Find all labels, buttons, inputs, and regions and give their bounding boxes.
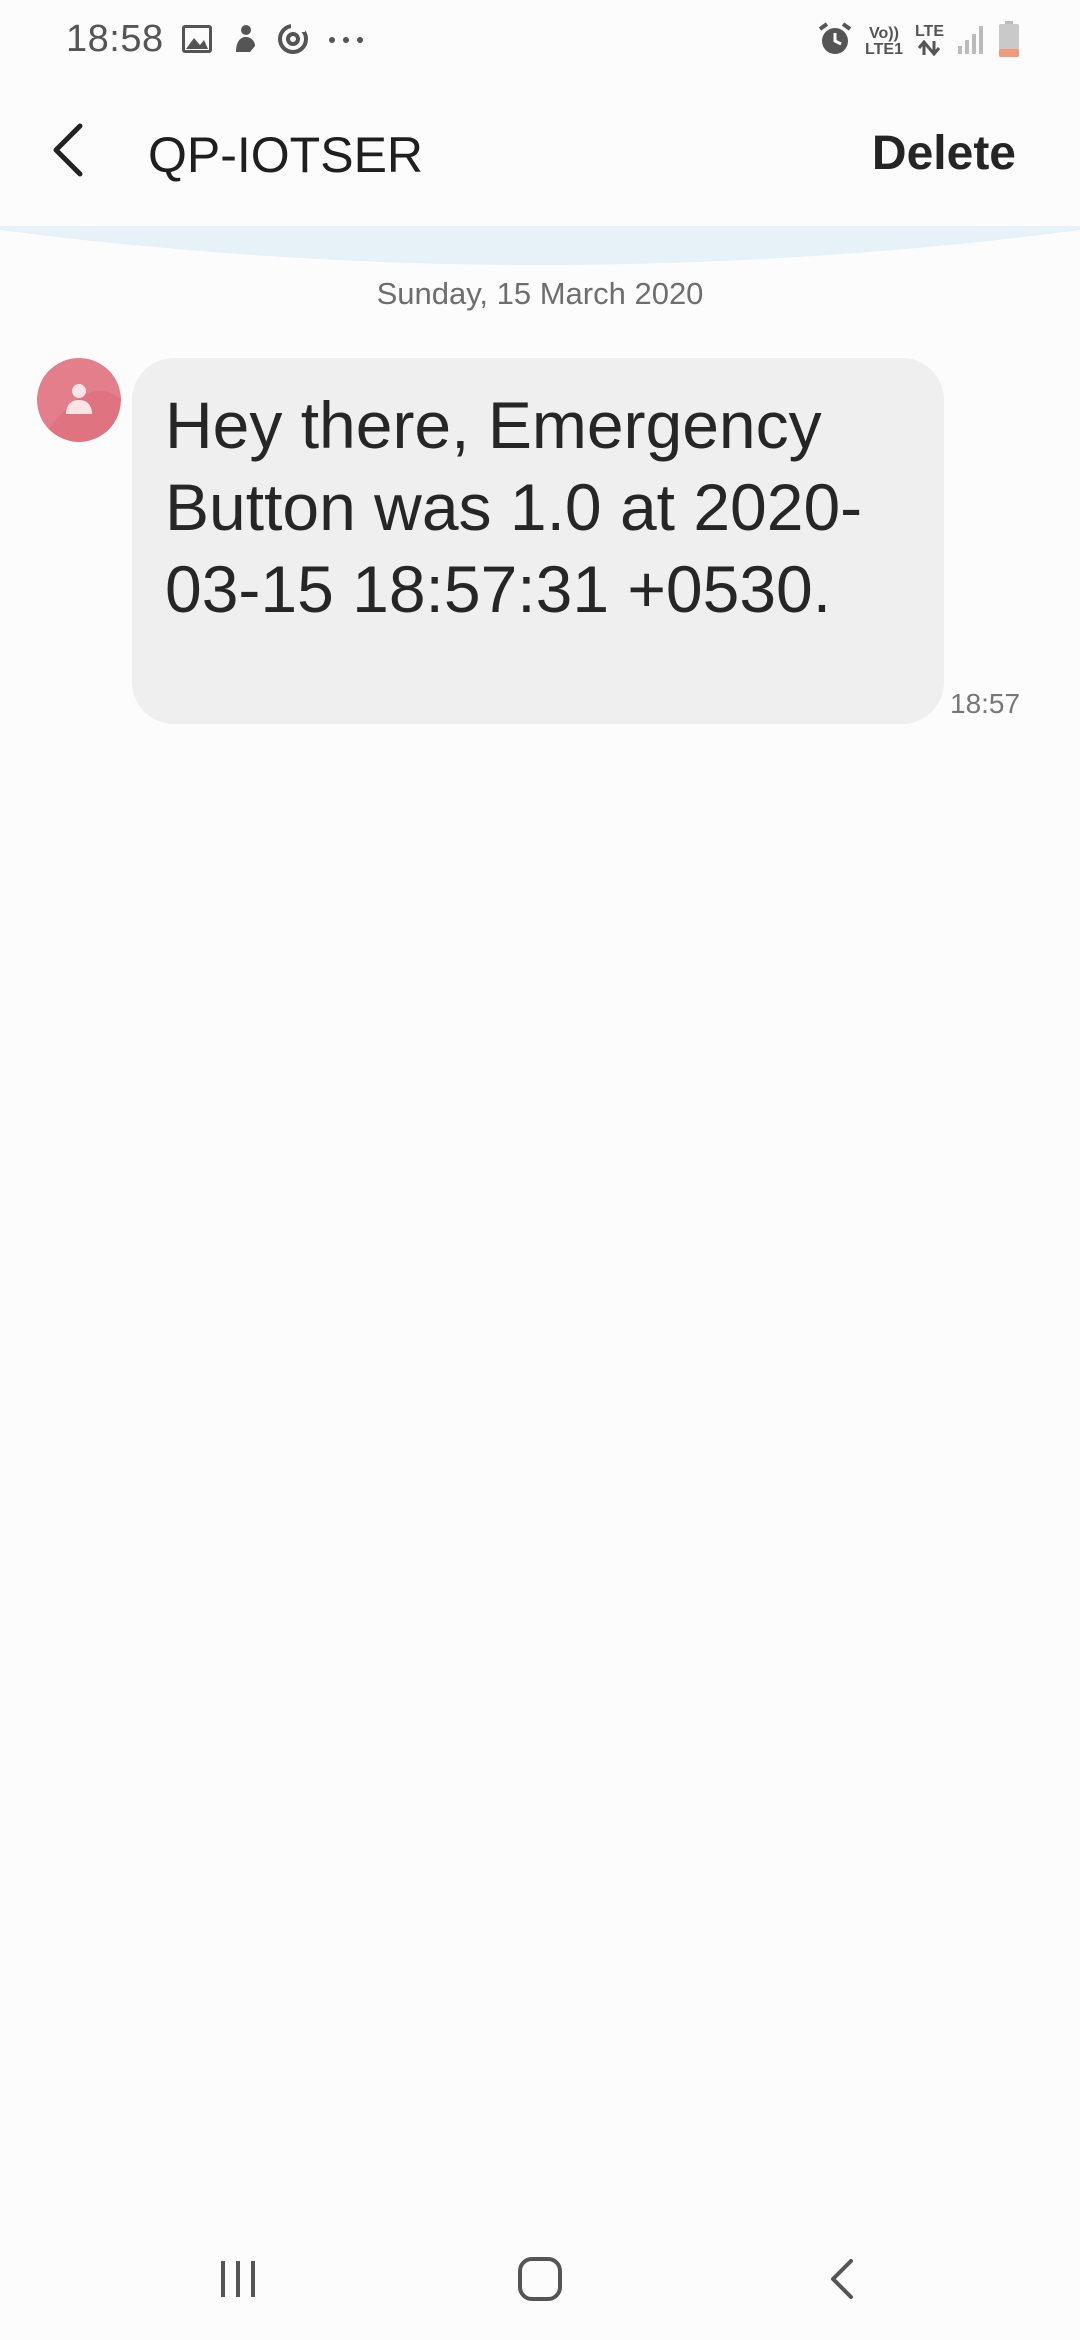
app-bar: QP-IOTSER Delete	[0, 100, 1080, 210]
gallery-icon	[180, 22, 214, 56]
figure-icon	[228, 22, 262, 56]
back-nav-icon	[827, 2257, 857, 2306]
more-dots-icon	[324, 22, 368, 56]
sender-avatar[interactable]	[37, 358, 121, 442]
navigation-bar	[0, 2230, 1080, 2330]
sync-icon	[276, 22, 310, 56]
home-icon	[517, 2256, 563, 2307]
battery-icon	[998, 20, 1020, 63]
volte-top-label: Vo))	[869, 24, 899, 42]
message-time: 18:57	[950, 688, 1021, 719]
header-divider-arc	[0, 226, 1080, 265]
back-arrow-icon	[48, 122, 88, 183]
recent-apps-icon	[217, 2259, 259, 2304]
alarm-icon	[817, 21, 853, 62]
status-time: 18:58	[66, 18, 164, 60]
data-arrows-icon	[915, 39, 944, 60]
lte-label: LTE	[914, 22, 944, 40]
conversation-title: QP-IOTSER	[148, 127, 424, 183]
status-right-icons: Vo)) LTE1 LTE	[817, 20, 1020, 63]
volte-bottom-label: LTE1	[865, 40, 903, 58]
date-header: Sunday, 15 March 2020	[376, 276, 704, 311]
status-left-icons	[180, 22, 368, 56]
message-bubble[interactable]: Hey there, Emergency Button was 1.0 at 2…	[132, 358, 944, 724]
recent-apps-button[interactable]	[198, 2246, 278, 2316]
signal-icon	[956, 22, 986, 61]
lte-icon: LTE	[914, 22, 944, 60]
status-bar: 18:58 Vo)) LTE1 LTE	[0, 0, 1080, 84]
delete-button[interactable]: Delete	[872, 126, 1016, 181]
home-button[interactable]	[500, 2246, 580, 2316]
person-icon	[37, 358, 121, 442]
back-nav-button[interactable]	[802, 2246, 882, 2316]
back-button[interactable]	[36, 120, 100, 184]
volte-icon: Vo)) LTE1	[865, 24, 903, 58]
